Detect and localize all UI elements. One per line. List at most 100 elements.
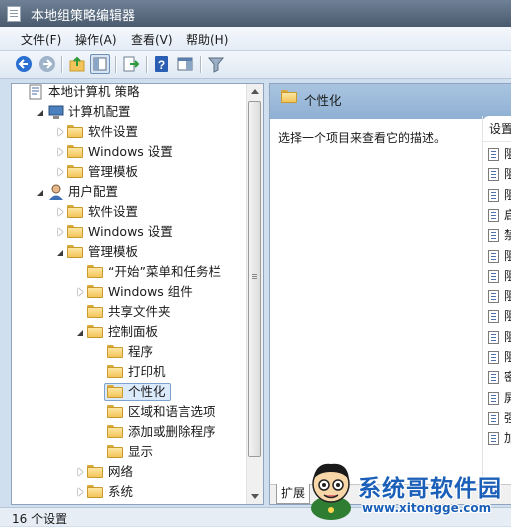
tree-item[interactable]: Windows 设置 xyxy=(12,142,248,162)
policy-setting-row[interactable]: 强 xyxy=(483,408,511,429)
menu-bar: 文件(F) 操作(A) 查看(V) 帮助(H) xyxy=(0,27,511,51)
policy-setting-icon xyxy=(488,371,499,385)
tree-item[interactable]: 共享文件夹 xyxy=(12,302,248,322)
policy-setting-icon xyxy=(488,168,499,182)
policy-setting-row[interactable]: 阻 xyxy=(483,266,511,287)
tree-item[interactable]: 个性化 xyxy=(12,382,248,402)
export-list-icon[interactable] xyxy=(121,54,141,74)
tree-item-label: 软件设置 xyxy=(88,204,139,219)
tree-item[interactable]: 程序 xyxy=(12,342,248,362)
policy-setting-row[interactable]: 阻 xyxy=(483,327,511,348)
expanded-arrow-icon[interactable] xyxy=(36,102,46,122)
details-pane: 个性化 选择一个项目来查看它的描述。 设置 阻阻阻启禁阻阻阻阻阻阻密屏强加 扩展 xyxy=(269,83,511,505)
tree-item[interactable]: 控制面板 xyxy=(12,322,248,342)
policy-setting-icon xyxy=(488,208,499,222)
policy-setting-label: 密 xyxy=(504,367,511,388)
policy-setting-row[interactable]: 阻 xyxy=(483,306,511,327)
tree-item[interactable]: 计算机配置 xyxy=(12,102,248,122)
tree-item[interactable]: 本地计算机 策略 xyxy=(12,84,248,102)
policy-setting-icon xyxy=(488,188,499,202)
tree-item[interactable]: 区域和语言选项 xyxy=(12,402,248,422)
toolbar: ? xyxy=(0,51,511,79)
policy-setting-row[interactable]: 阻 xyxy=(483,164,511,185)
up-folder-icon[interactable] xyxy=(67,54,87,74)
tree-item[interactable]: 软件设置 xyxy=(12,122,248,142)
scroll-up-arrow-icon[interactable] xyxy=(247,84,263,100)
policy-setting-row[interactable]: 密 xyxy=(483,367,511,388)
details-header-title: 个性化 xyxy=(304,93,342,108)
status-text: 16 个设置 xyxy=(12,512,68,526)
expanded-arrow-icon[interactable] xyxy=(56,242,66,262)
policy-setting-icon xyxy=(488,148,499,161)
expanded-arrow-icon[interactable] xyxy=(76,322,86,342)
scrollbar-thumb[interactable] xyxy=(248,101,261,457)
show-action-pane-icon[interactable] xyxy=(175,54,195,74)
help-icon[interactable]: ? xyxy=(152,54,172,74)
policy-setting-label: 阻 xyxy=(504,306,511,327)
menu-file[interactable]: 文件(F) xyxy=(21,31,61,48)
collapsed-arrow-icon[interactable] xyxy=(56,222,66,242)
policy-setting-row[interactable]: 加 xyxy=(483,428,511,449)
policy-setting-row[interactable]: 启 xyxy=(483,205,511,226)
tree-item[interactable]: Windows 设置 xyxy=(12,222,248,242)
collapsed-arrow-icon[interactable] xyxy=(56,142,66,162)
folder-icon xyxy=(67,205,83,219)
tree-item[interactable]: 软件设置 xyxy=(12,202,248,222)
tree-item[interactable]: 网络 xyxy=(12,462,248,482)
filter-icon[interactable] xyxy=(206,54,226,74)
tree-item-label: 用户配置 xyxy=(68,184,119,199)
menu-action[interactable]: 操作(A) xyxy=(75,31,117,48)
policy-setting-row[interactable]: 禁 xyxy=(483,225,511,246)
policy-setting-label: 强 xyxy=(504,408,511,429)
policy-setting-label: 阻 xyxy=(504,185,511,206)
policy-setting-label: 加 xyxy=(504,428,511,449)
collapsed-arrow-icon[interactable] xyxy=(56,122,66,142)
folder-icon xyxy=(87,265,103,279)
policy-setting-row[interactable]: 屏 xyxy=(483,388,511,409)
show-hide-tree-icon[interactable] xyxy=(90,54,110,74)
policy-setting-label: 阻 xyxy=(504,266,511,287)
tree-item[interactable]: 打印机 xyxy=(12,362,248,382)
forward-icon[interactable] xyxy=(37,54,57,74)
back-icon[interactable] xyxy=(14,54,34,74)
policy-setting-row[interactable]: 阻 xyxy=(483,185,511,206)
watermark: 系统哥软件园 www.xitongge.com xyxy=(302,456,511,525)
tree-item[interactable]: 管理模板 xyxy=(12,162,248,182)
tree-pane: 本地计算机 策略 计算机配置 软件设置 Windows 设置 管理模板 用户配置 软件设置 W… xyxy=(11,83,264,505)
policy-setting-row[interactable]: 阻 xyxy=(483,347,511,368)
tree-item[interactable]: “开始”菜单和任务栏 xyxy=(12,262,248,282)
policy-setting-label: 阻 xyxy=(504,144,511,165)
collapsed-arrow-icon[interactable] xyxy=(76,282,86,302)
policy-setting-row[interactable]: 阻 xyxy=(483,286,511,307)
collapsed-arrow-icon[interactable] xyxy=(76,482,86,502)
column-header-settings[interactable]: 设置 xyxy=(483,116,511,142)
tree-item[interactable]: Windows 组件 xyxy=(12,282,248,302)
folder-icon xyxy=(67,125,83,139)
collapsed-arrow-icon[interactable] xyxy=(56,202,66,222)
policy-setting-icon xyxy=(488,310,499,324)
user-config-icon xyxy=(49,184,63,200)
tree-item-label: 管理模板 xyxy=(88,244,139,259)
tree-scrollbar[interactable] xyxy=(246,84,263,504)
tree-item[interactable]: 添加或删除程序 xyxy=(12,422,248,442)
tree-item[interactable]: 系统 xyxy=(12,482,248,502)
tree-item-label: 共享文件夹 xyxy=(108,304,171,319)
policy-setting-row[interactable]: 阻 xyxy=(483,144,511,165)
tree-item-label: 软件设置 xyxy=(88,124,139,139)
tree-item[interactable]: 管理模板 xyxy=(12,242,248,262)
tree-item[interactable]: 用户配置 xyxy=(12,182,248,202)
collapsed-arrow-icon[interactable] xyxy=(56,162,66,182)
expanded-arrow-icon[interactable] xyxy=(36,182,46,202)
policy-setting-label: 屏 xyxy=(504,388,511,409)
menu-help[interactable]: 帮助(H) xyxy=(186,31,228,48)
policy-setting-label: 阻 xyxy=(504,286,511,307)
tree-item[interactable]: 显示 xyxy=(12,442,248,462)
folder-icon xyxy=(281,90,297,104)
collapsed-arrow-icon[interactable] xyxy=(76,462,86,482)
folder-icon xyxy=(87,485,103,499)
watermark-url: www.xitongge.com xyxy=(362,501,492,515)
policy-setting-label: 阻 xyxy=(504,327,511,348)
menu-view[interactable]: 查看(V) xyxy=(131,31,173,48)
policy-setting-row[interactable]: 阻 xyxy=(483,246,511,267)
scroll-down-arrow-icon[interactable] xyxy=(247,488,263,504)
